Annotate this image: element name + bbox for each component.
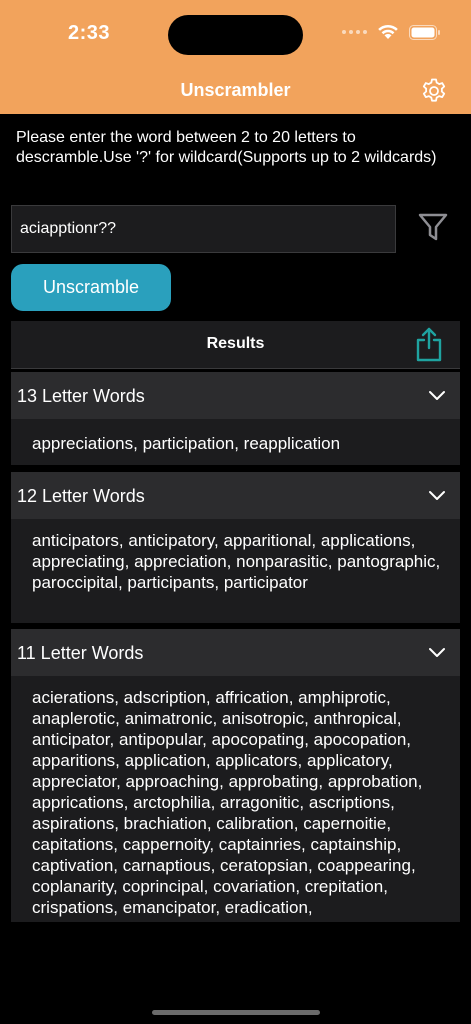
dynamic-island <box>168 15 303 55</box>
chevron-down-icon <box>429 648 445 657</box>
word-input[interactable] <box>12 206 395 252</box>
chevron-down-icon <box>429 391 445 400</box>
section-11-letter-header[interactable]: 11 Letter Words <box>11 629 460 676</box>
results-title: Results <box>206 335 265 352</box>
section-11-letter-words: acierations, adscription, affrication, a… <box>32 688 423 917</box>
navigation-header: 2:33 Unscrambler <box>0 0 471 114</box>
filter-icon[interactable] <box>416 210 450 244</box>
battery-icon <box>409 24 440 40</box>
section-11-letter-label: 11 Letter Words <box>17 643 144 663</box>
section-12-letter-header[interactable]: 12 Letter Words <box>11 472 460 519</box>
section-13-letter-label: 13 Letter Words <box>17 386 145 406</box>
status-icons <box>342 24 441 40</box>
instructions-text: Please enter the word between 2 to 20 le… <box>16 129 437 166</box>
section-13-letter-words: appreciations, participation, reapplicat… <box>32 434 341 453</box>
section-13-letter-body: appreciations, participation, reapplicat… <box>11 419 460 465</box>
section-11-letter-body: acierations, adscription, affrication, a… <box>11 676 460 922</box>
section-12-letter-label: 12 Letter Words <box>17 486 145 506</box>
wifi-icon <box>378 24 398 39</box>
cellular-signal-icon <box>342 30 367 34</box>
unscramble-button[interactable]: Unscramble <box>11 264 171 311</box>
app-title: Unscrambler <box>180 80 291 100</box>
home-indicator <box>152 1010 320 1015</box>
section-12-letter-words: anticipators, anticipatory, apparitional… <box>32 531 441 592</box>
results-header: Results <box>11 321 460 369</box>
status-time: 2:33 <box>68 22 111 44</box>
word-input-field[interactable] <box>11 205 396 253</box>
gear-icon[interactable] <box>420 77 448 105</box>
section-12-letter-body: anticipators, anticipatory, apparitional… <box>11 519 460 623</box>
share-icon[interactable] <box>415 326 443 362</box>
section-13-letter-header[interactable]: 13 Letter Words <box>11 372 460 419</box>
chevron-down-icon <box>429 491 445 500</box>
